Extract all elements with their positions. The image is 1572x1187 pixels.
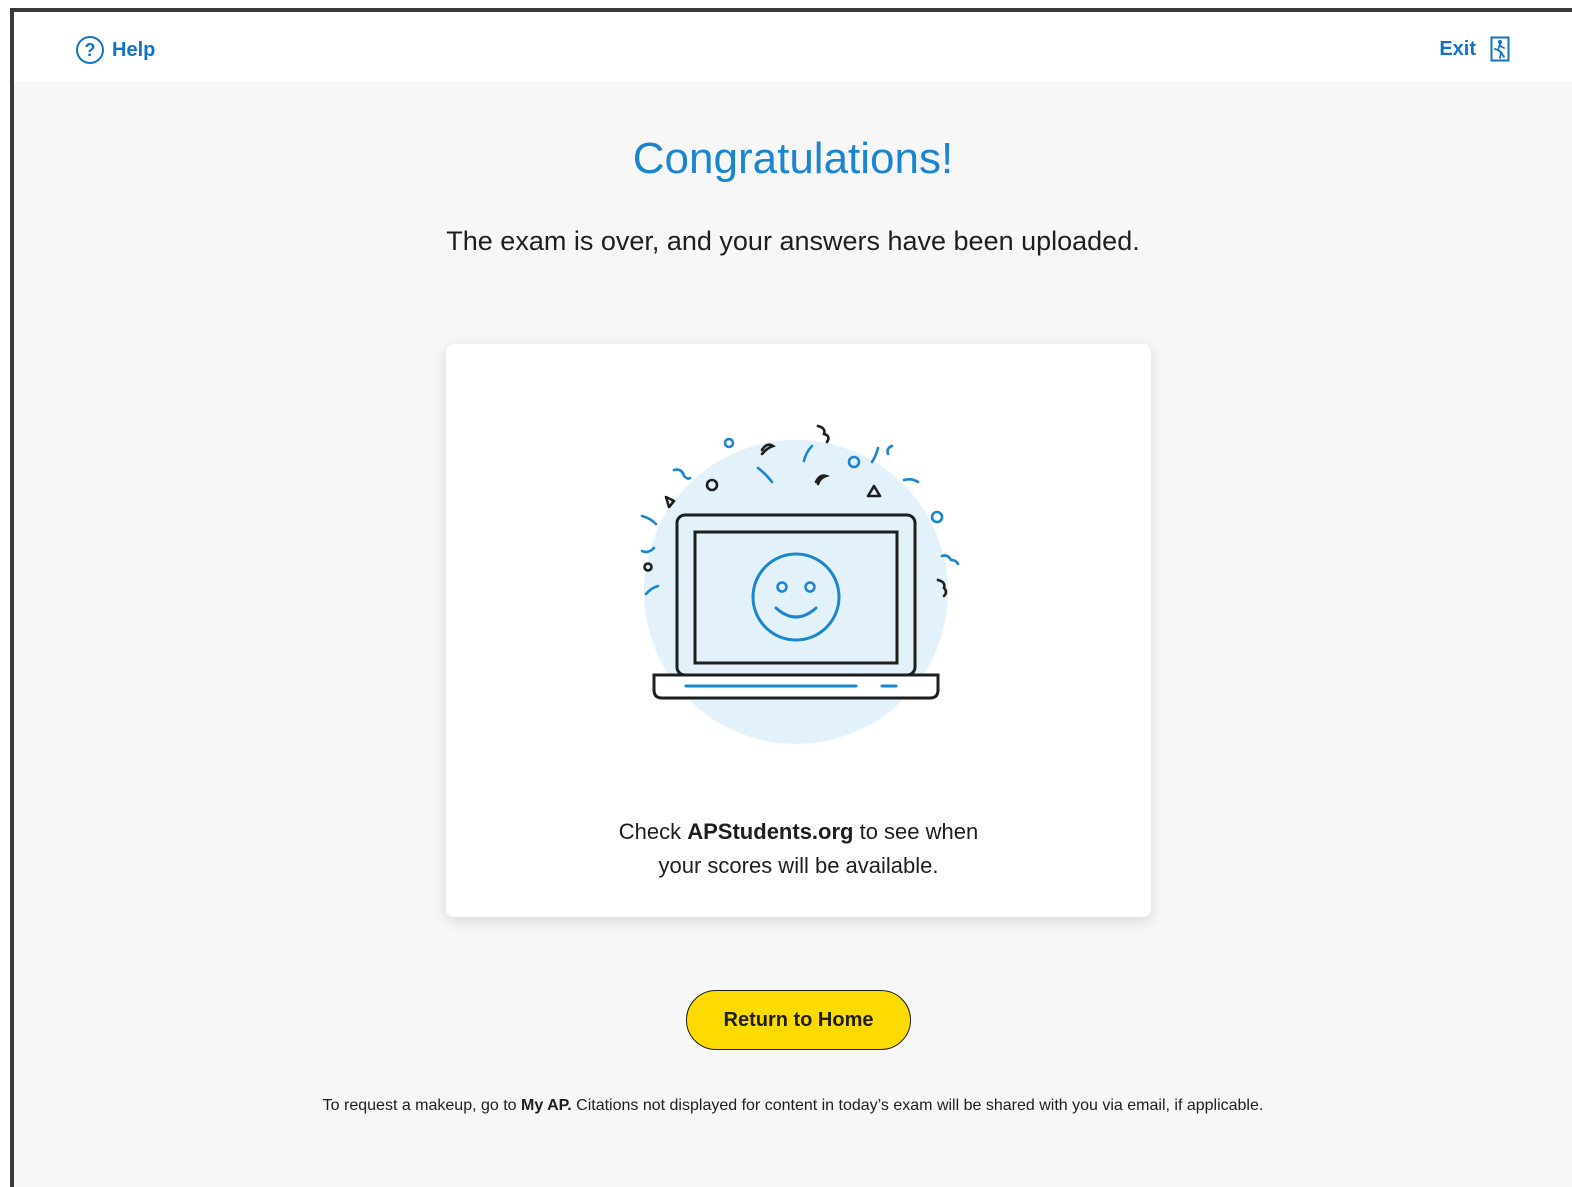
exit-door-icon	[1490, 36, 1510, 62]
apstudents-link[interactable]: APStudents.org	[687, 819, 853, 844]
scores-info-prefix: Check	[618, 819, 688, 844]
help-button[interactable]: ? Help	[76, 36, 155, 64]
question-circle-icon: ?	[76, 36, 104, 64]
footnote-prefix: To request a makeup, go to	[322, 1097, 522, 1114]
confirmation-card: Check APStudents.org to see when your sc…	[446, 344, 1151, 917]
scores-info-text: Check APStudents.org to see when your sc…	[446, 815, 1151, 883]
return-to-home-button[interactable]: Return to Home	[686, 990, 911, 1050]
top-bar: ? Help Exit	[14, 12, 1572, 82]
exit-label: Exit	[1439, 37, 1476, 60]
footnote-suffix: Citations not displayed for content in t…	[571, 1097, 1264, 1114]
app-window: ? Help Exit Congratulations! The exam is…	[10, 8, 1572, 1187]
laptop-smiley-celebration-illustration	[640, 424, 960, 744]
exit-button[interactable]: Exit	[1439, 36, 1510, 62]
page-subtitle: The exam is over, and your answers have …	[446, 226, 1140, 256]
page-title: Congratulations!	[632, 134, 954, 183]
help-label: Help	[112, 38, 156, 61]
makeup-footnote: To request a makeup, go to My AP. Citati…	[14, 1097, 1572, 1115]
scores-info-line2: your scores will be available.	[658, 853, 939, 878]
scores-info-suffix: to see when	[853, 819, 979, 844]
my-ap-link[interactable]: My AP.	[521, 1097, 572, 1114]
